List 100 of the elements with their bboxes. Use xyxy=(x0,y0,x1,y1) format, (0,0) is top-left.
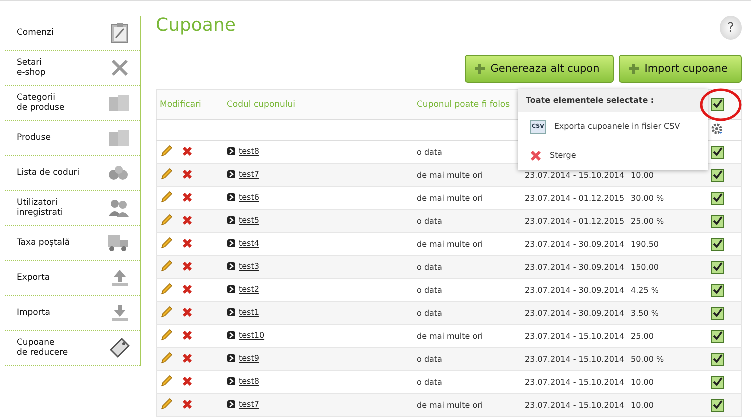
date-range-cell: 23.07.2014 - 30.09.2014 xyxy=(525,262,625,272)
date-range-cell: 23.07.2014 - 15.10.2014 xyxy=(525,354,625,364)
date-range-cell: 23.07.2014 - 15.10.2014 xyxy=(525,332,625,340)
arrow-icon xyxy=(227,284,236,294)
usage-cell: o data xyxy=(417,308,442,318)
row-checkbox[interactable] xyxy=(710,284,724,296)
delete-icon[interactable] xyxy=(182,192,193,202)
sidebar-item[interactable]: Exporta xyxy=(5,261,140,296)
users-icon xyxy=(108,198,130,218)
coupon-link[interactable]: test7 xyxy=(239,170,260,178)
sidebar-item[interactable]: Lista de coduri xyxy=(5,156,140,191)
value-cell: 30.00 % xyxy=(631,194,664,202)
action-button[interactable]: Genereaza alt cupon xyxy=(464,55,614,83)
pencil-icon[interactable] xyxy=(160,260,173,272)
sidebar-item[interactable]: Cupoane de reducere xyxy=(5,331,140,366)
usage-cell: de mai multe ori xyxy=(417,400,484,410)
row-checkbox[interactable] xyxy=(710,398,724,412)
upload-icon xyxy=(110,268,130,288)
value-cell: 10.00 xyxy=(631,378,654,386)
row-checkbox[interactable] xyxy=(710,306,724,320)
gear-icon[interactable] xyxy=(711,123,723,135)
arrow-icon xyxy=(227,238,236,248)
coupon-link[interactable]: test6 xyxy=(239,192,260,202)
coupon-link[interactable]: test7 xyxy=(239,400,260,408)
row-checkbox[interactable] xyxy=(710,238,724,250)
date-range-cell: 23.07.2014 - 15.10.2014 xyxy=(525,378,625,386)
plus-icon xyxy=(628,63,640,75)
sidebar-item[interactable]: Comenzi xyxy=(5,16,140,51)
sidebar-item[interactable]: Setari e-shop xyxy=(5,51,140,86)
pencil-icon[interactable] xyxy=(160,328,173,342)
usage-cell: de mai multe ori xyxy=(417,170,484,180)
coupon-link[interactable]: test2 xyxy=(239,284,260,294)
delete-icon[interactable] xyxy=(182,352,193,364)
value-cell: 25.00 % xyxy=(631,216,664,226)
pencil-icon[interactable] xyxy=(160,398,173,410)
coupon-link[interactable]: test8 xyxy=(239,376,260,386)
date-range-cell: 23.07.2014 - 15.10.2014 xyxy=(525,170,625,180)
sidebar-item[interactable]: Utilizatori inregistrati xyxy=(5,191,140,226)
truck-icon xyxy=(106,233,130,253)
usage-cell: o data xyxy=(417,216,442,226)
usage-cell: de mai multe ori xyxy=(417,240,484,248)
sidebar-item[interactable]: Categorii de produse xyxy=(5,86,140,121)
row-checkbox[interactable] xyxy=(710,214,724,228)
column-header: Modificari xyxy=(156,90,227,120)
coupon-link[interactable]: test10 xyxy=(239,330,265,340)
pencil-icon[interactable] xyxy=(160,374,173,388)
boxes-icon xyxy=(108,128,130,148)
select-all-checkbox[interactable] xyxy=(710,98,724,111)
row-checkbox[interactable] xyxy=(710,146,724,158)
pencil-icon[interactable] xyxy=(160,282,173,296)
value-cell: 10.00 xyxy=(631,170,654,180)
coupon-link[interactable]: test5 xyxy=(239,216,260,224)
pencil-icon[interactable] xyxy=(160,190,173,204)
page-title: Cupoane xyxy=(156,15,236,36)
delete-icon[interactable] xyxy=(182,238,193,248)
coupon-link[interactable]: test4 xyxy=(239,238,260,248)
coupon-link[interactable]: test3 xyxy=(239,262,260,270)
help-button[interactable]: ? xyxy=(720,16,742,40)
pencil-icon[interactable] xyxy=(160,168,173,180)
usage-cell: o data xyxy=(417,262,442,272)
coupon-link[interactable]: test8 xyxy=(239,146,260,156)
delete-icon[interactable] xyxy=(182,284,193,294)
delete-icon[interactable] xyxy=(182,260,193,272)
coupon-link[interactable]: test1 xyxy=(239,308,260,316)
plus-icon xyxy=(474,63,486,75)
menu-item[interactable]: Sterge xyxy=(518,141,708,170)
pencil-icon[interactable] xyxy=(160,144,173,158)
row-checkbox[interactable] xyxy=(710,352,724,366)
value-cell: 10.00 xyxy=(631,400,654,410)
delete-icon[interactable] xyxy=(182,330,193,340)
value-cell: 50.00 % xyxy=(631,354,664,364)
row-checkbox[interactable] xyxy=(710,168,724,182)
delete-icon[interactable] xyxy=(182,214,193,226)
row-checkbox[interactable] xyxy=(710,330,724,342)
arrow-icon xyxy=(227,376,236,386)
row-checkbox[interactable] xyxy=(710,192,724,204)
delete-icon[interactable] xyxy=(182,376,193,386)
delete-icon[interactable] xyxy=(182,168,193,180)
pencil-icon[interactable] xyxy=(160,352,173,364)
row-checkbox[interactable] xyxy=(710,376,724,388)
delete-icon[interactable] xyxy=(182,306,193,318)
usage-cell: o data xyxy=(417,148,442,156)
pencil-icon[interactable] xyxy=(160,306,173,318)
value-cell: 25.00 xyxy=(631,332,654,340)
pencil-icon[interactable] xyxy=(160,236,173,250)
value-cell: 3.50 % xyxy=(631,308,659,318)
row-checkbox[interactable] xyxy=(710,260,724,274)
pencil-icon[interactable] xyxy=(160,214,173,226)
arrow-icon xyxy=(227,192,236,202)
action-button[interactable]: Import cupoane xyxy=(618,55,742,83)
sidebar-item[interactable]: Taxa poștală xyxy=(5,226,140,261)
value-cell: 4.25 % xyxy=(631,286,659,294)
coupon-link[interactable]: test9 xyxy=(239,354,260,362)
delete-icon[interactable] xyxy=(182,146,193,156)
sidebar-item[interactable]: Produse xyxy=(5,121,140,156)
usage-cell: o data xyxy=(417,378,442,386)
sidebar-item[interactable]: Importa xyxy=(5,296,140,331)
date-range-cell: 23.07.2014 - 30.09.2014 xyxy=(525,286,625,294)
delete-icon[interactable] xyxy=(182,398,193,410)
arrow-icon xyxy=(227,330,236,340)
